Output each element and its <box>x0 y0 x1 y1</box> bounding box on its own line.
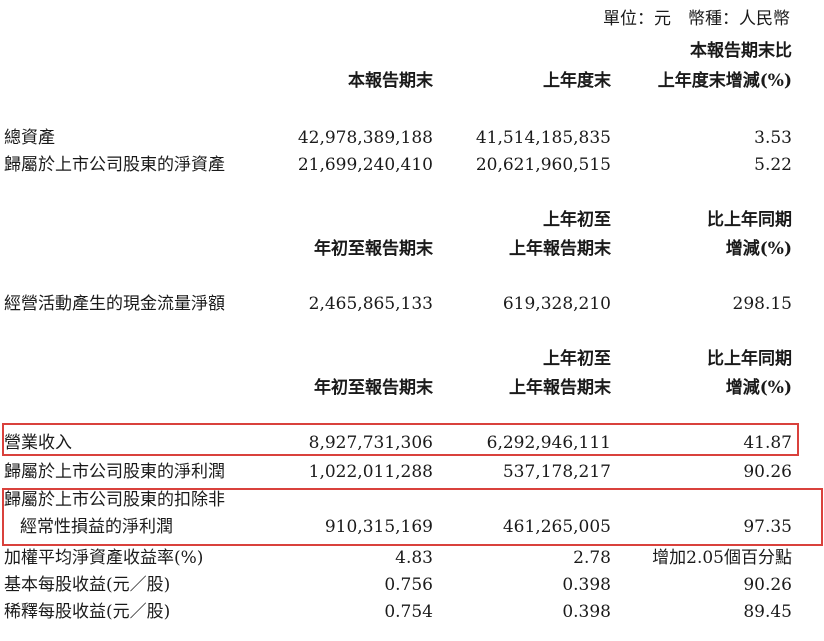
header-col3-line2: 增減(%) <box>725 378 792 398</box>
row-value-col3: 97.35 <box>743 517 792 537</box>
row-value-col2: 461,265,005 <box>502 517 611 537</box>
row-value-col2: 537,178,217 <box>502 462 611 482</box>
row-value-col3: 89.45 <box>743 602 792 622</box>
header-col3-line2: 上年度末增減(%) <box>657 71 792 91</box>
header-col2: 上年度末 <box>543 71 611 91</box>
header-col2-line2: 上年報告期末 <box>509 239 611 259</box>
row-value-col1: 2,465,865,133 <box>308 294 433 314</box>
row-label-diluted-eps: 稀釋每股收益(元／股) <box>4 602 171 622</box>
row-value-col3: 5.22 <box>754 155 792 175</box>
header-col1: 年初至報告期末 <box>314 378 433 398</box>
row-value-col1: 21,699,240,410 <box>297 155 433 175</box>
row-label-total-assets: 總資產 <box>4 128 55 148</box>
row-value-col3: 90.26 <box>743 462 792 482</box>
header-col3-line1: 比上年同期 <box>707 210 792 230</box>
header-col2-line1: 上年初至 <box>543 349 611 369</box>
row-value-col3: 3.53 <box>754 128 792 148</box>
row-label-net-profit: 歸屬於上市公司股東的淨利潤 <box>4 462 225 482</box>
header-col3-line1: 本報告期末比 <box>690 41 792 61</box>
row-label-deducted-net-profit-line2: 經常性損益的淨利潤 <box>20 517 173 537</box>
row-value-col1: 910,315,169 <box>324 517 433 537</box>
header-col1: 年初至報告期末 <box>314 239 433 259</box>
row-value-col2: 6,292,946,111 <box>486 433 611 453</box>
row-value-col2: 2.78 <box>573 548 611 568</box>
row-value-col1: 8,927,731,306 <box>308 433 433 453</box>
row-value-col2: 0.398 <box>562 602 611 622</box>
row-value-col1: 42,978,389,188 <box>297 128 433 148</box>
row-value-col1: 4.83 <box>395 548 433 568</box>
row-value-col1: 0.754 <box>384 602 433 622</box>
row-value-col3: 298.15 <box>732 294 792 314</box>
row-value-col2: 20,621,960,515 <box>475 155 611 175</box>
row-value-col1: 1,022,011,288 <box>308 462 433 482</box>
unit-currency-note: 單位：元 幣種：人民幣 <box>603 9 790 29</box>
row-value-col3: 90.26 <box>743 575 792 595</box>
row-value-col1: 0.756 <box>384 575 433 595</box>
header-col3-line1: 比上年同期 <box>707 349 792 369</box>
header-col1: 本報告期末 <box>348 71 433 91</box>
row-label-net-assets: 歸屬於上市公司股東的淨資產 <box>4 155 225 175</box>
header-col2-line1: 上年初至 <box>543 210 611 230</box>
row-value-col2: 0.398 <box>562 575 611 595</box>
row-value-col3: 41.87 <box>743 433 792 453</box>
row-value-col3: 增加2.05個百分點 <box>652 548 792 568</box>
row-value-col2: 41,514,185,835 <box>475 128 611 148</box>
row-label-operating-cash-flow: 經營活動產生的現金流量淨額 <box>4 294 225 314</box>
row-label-roe: 加權平均淨資產收益率(%) <box>4 548 204 568</box>
header-col2-line2: 上年報告期末 <box>509 378 611 398</box>
header-col3-line2: 增減(%) <box>725 239 792 259</box>
row-label-deducted-net-profit-line1: 歸屬於上市公司股東的扣除非 <box>4 490 225 510</box>
row-label-revenue: 營業收入 <box>4 433 72 453</box>
row-value-col2: 619,328,210 <box>502 294 611 314</box>
row-label-basic-eps: 基本每股收益(元／股) <box>4 575 171 595</box>
